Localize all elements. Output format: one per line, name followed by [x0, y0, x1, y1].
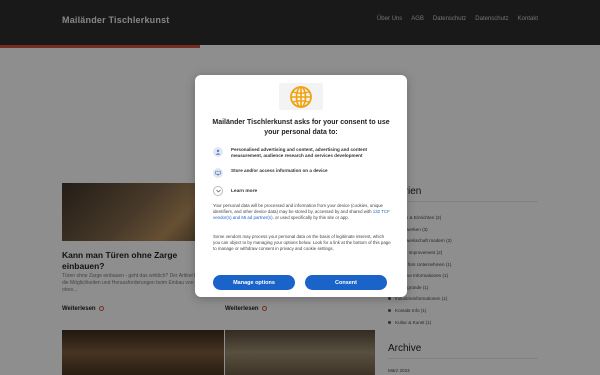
consent-title: Mailänder Tischlerkunst asks for your co…: [212, 119, 390, 136]
legitimate-interest-text: Some vendors may process your personal d…: [213, 234, 391, 251]
consent-body-text: Your personal data will be processed and…: [213, 203, 391, 221]
consent-body-text-part: Your personal data will be processed and…: [213, 203, 383, 214]
consent-body-text-part: , or used specifically by this site or a…: [272, 215, 349, 220]
purpose-item: Personalised advertising and content, ad…: [213, 147, 393, 159]
learn-more-toggle[interactable]: Learn more: [213, 186, 257, 196]
consent-dialog: Mailänder Tischlerkunst asks for your co…: [195, 75, 407, 297]
manage-options-button[interactable]: Manage options: [213, 275, 295, 290]
chevron-down-icon: [213, 186, 223, 196]
device-icon: [213, 168, 223, 178]
learn-more-label: Learn more: [231, 188, 258, 194]
purpose-item: Store and/or access information on a dev…: [213, 168, 393, 178]
person-icon: [213, 147, 223, 157]
consent-button[interactable]: Consent: [305, 275, 387, 290]
site-logo: [279, 83, 323, 110]
globe-icon: [290, 85, 312, 108]
purpose-text: Store and/or access information on a dev…: [231, 168, 328, 173]
purpose-text: Personalised advertising and content, ad…: [231, 147, 368, 159]
